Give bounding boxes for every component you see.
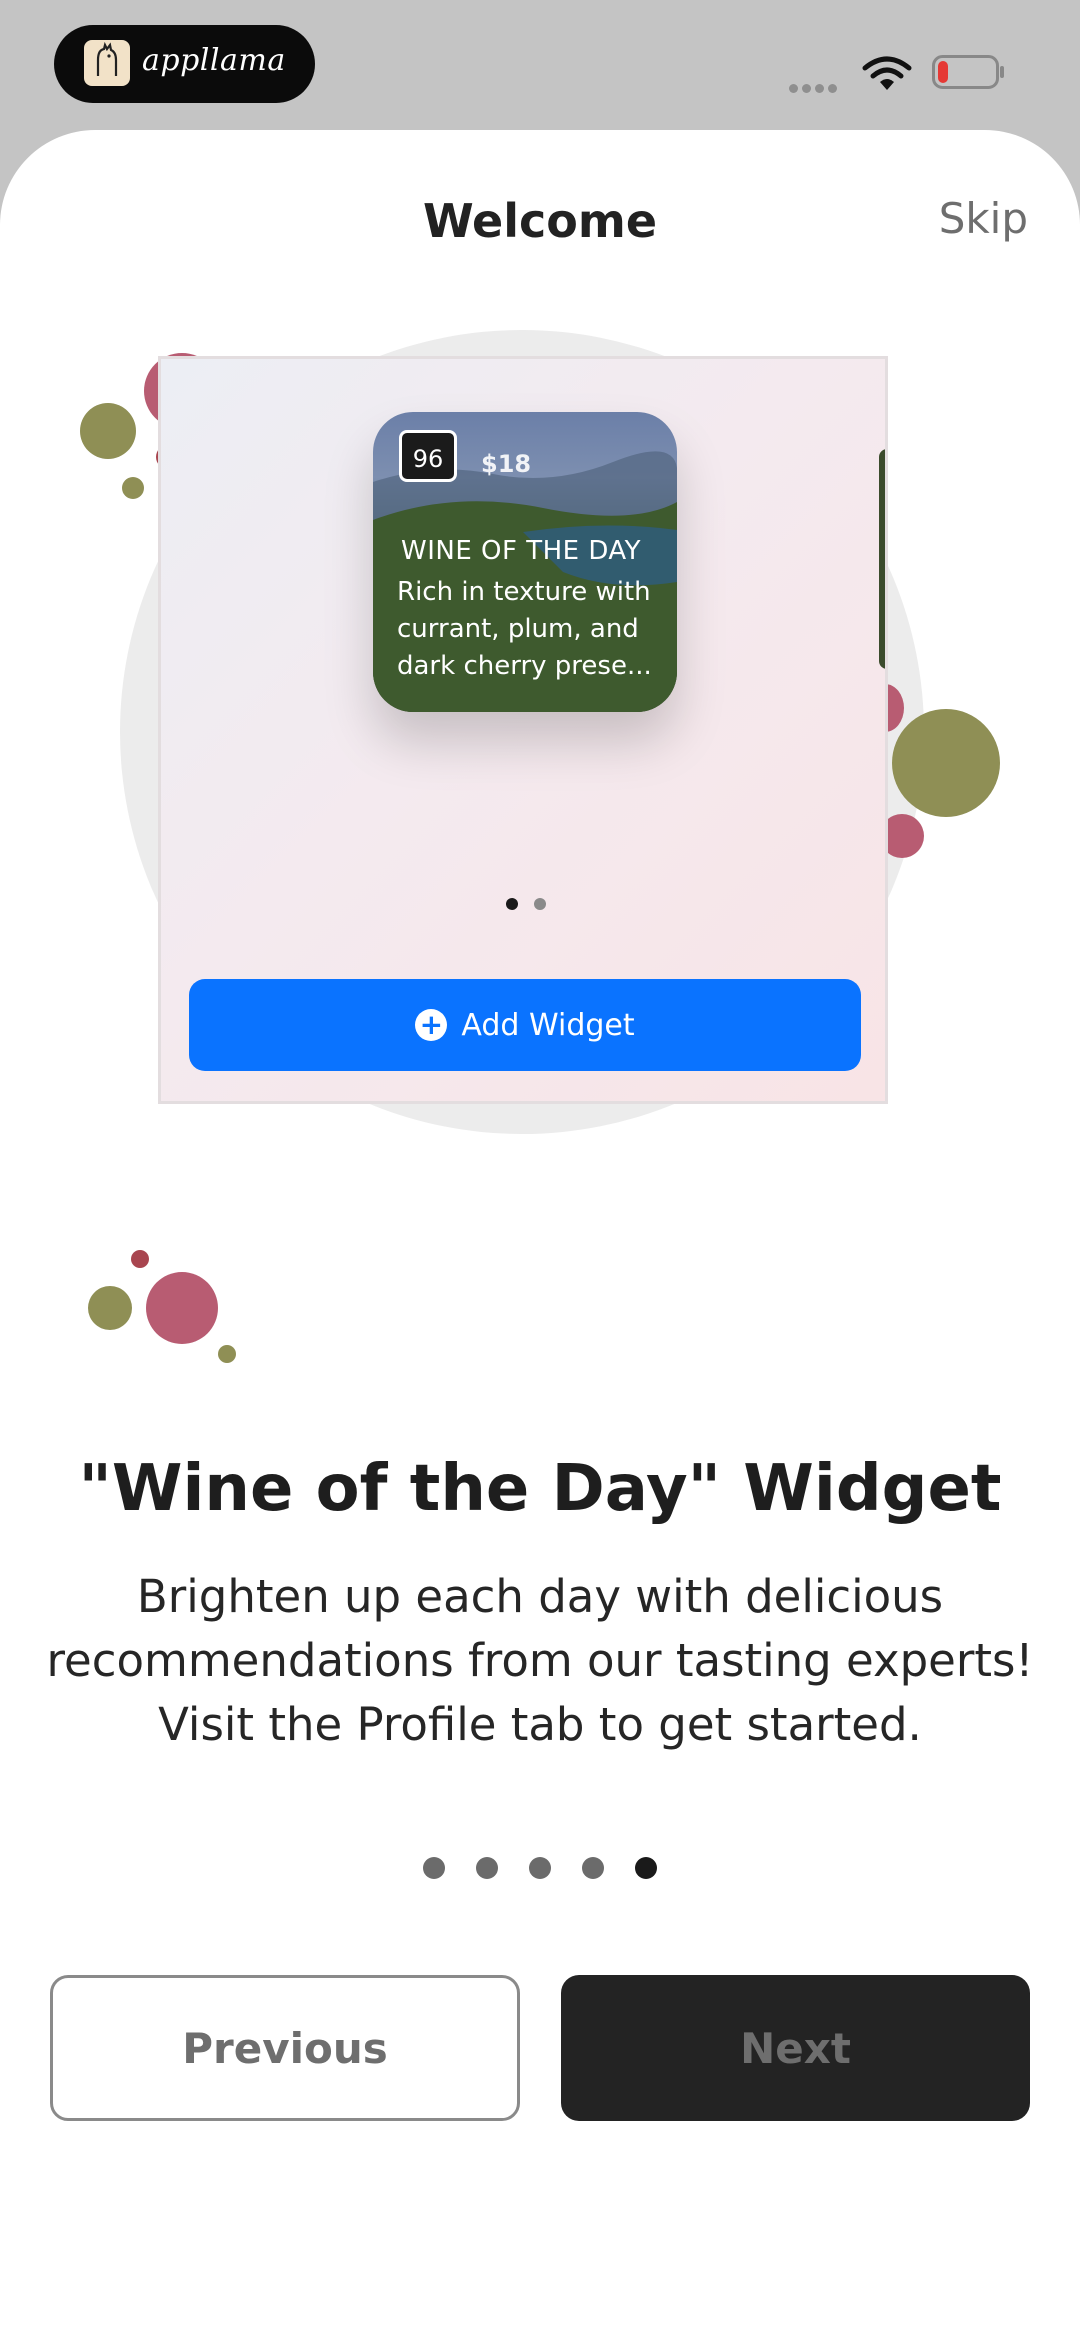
widget-description: Rich in texture with currant, plum, and … [397,577,652,681]
page-title: Welcome [422,194,658,248]
decor-dot [146,1272,218,1344]
battery-low-icon [932,55,1004,89]
status-bar: appllama [0,0,1080,130]
wine-widget-preview: 96 $18 WINE OF THE DAY Rich in texture w… [373,412,677,712]
pager-dot [506,898,518,910]
app-indicator-pill[interactable]: appllama [54,25,315,103]
widget-pager [161,895,885,914]
decor-dot [131,1250,149,1268]
add-widget-button: + Add Widget [189,979,861,1071]
pager-dot-active[interactable] [635,1857,658,1879]
plus-circle-icon: + [415,1009,448,1041]
pager-dot[interactable] [475,1857,498,1879]
pager-dot[interactable] [422,1857,445,1879]
decor-dot [218,1345,236,1363]
next-widget-edge [879,449,885,669]
pager-dot[interactable] [582,1857,605,1879]
decor-dot [80,403,136,459]
pager-dot [534,898,546,910]
feature-headline: "Wine of the Day" Widget [78,1452,1002,1526]
onboarding-pager [0,1857,1080,1883]
decor-dot [892,709,1000,817]
previous-button[interactable]: Previous [50,1975,520,2121]
app-name: appllama [142,43,286,78]
llama-logo-icon [84,40,130,86]
next-button[interactable]: Next [561,1975,1030,2121]
cellular-signal-icon [789,78,841,97]
wine-score-badge: 96 [399,430,457,482]
wine-price: $18 [481,450,532,478]
widget-preview-panel: 96 $18 WINE OF THE DAY Rich in texture w… [158,356,888,1104]
wifi-icon [862,56,912,90]
pager-dot[interactable] [529,1857,551,1879]
widget-heading: WINE OF THE DAY [401,536,642,566]
feature-description: Brighten up each day with delicious reco… [46,1570,1034,1751]
skip-button[interactable]: Skip [939,194,1028,243]
decor-dot [122,477,144,499]
add-widget-label: Add Widget [461,1007,635,1043]
decor-dot [88,1286,132,1330]
